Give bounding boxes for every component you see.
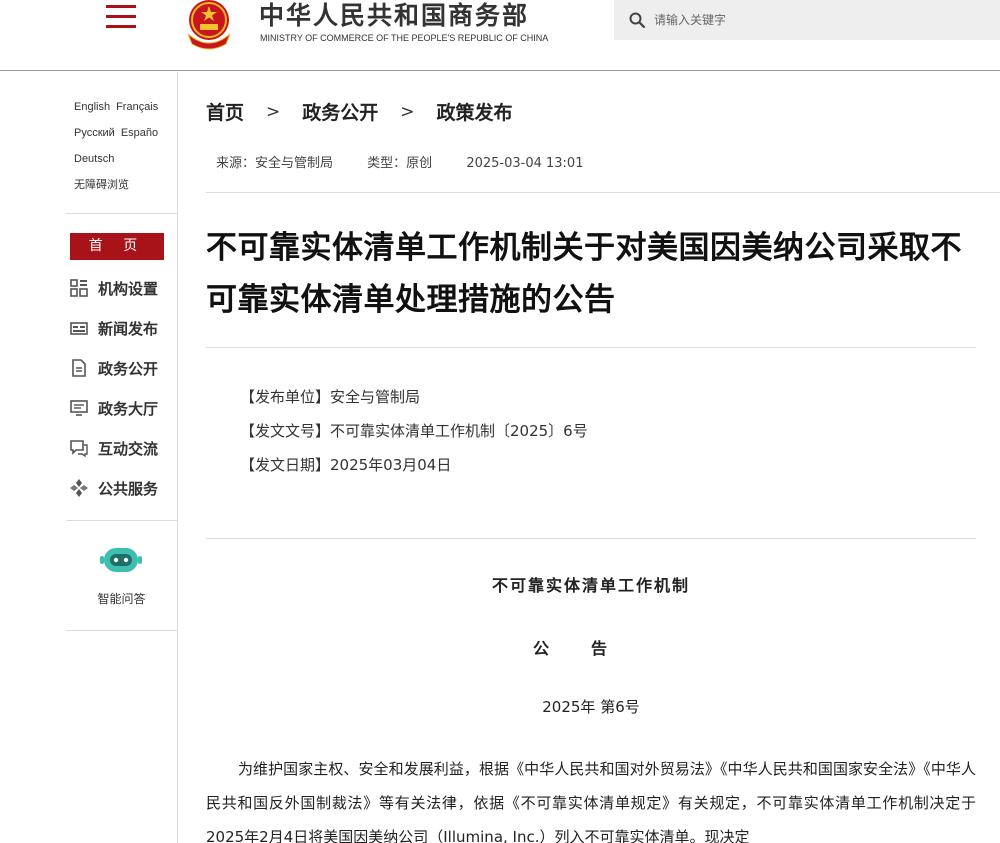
article-body: 为维护国家主权、安全和发展利益，根据《中华人民共和国对外贸易法》《中华人民共和国… — [206, 760, 976, 843]
nav-item-organization[interactable]: 机构设置 — [66, 268, 177, 308]
lang-spanish[interactable]: Españo — [121, 127, 158, 139]
accessibility-link[interactable]: 无障碍浏览 — [74, 179, 129, 191]
document-kind: 公告 — [206, 635, 976, 659]
document-icon — [72, 359, 86, 377]
divider — [66, 630, 177, 631]
nav-item-interaction[interactable]: 互动交流 — [66, 428, 177, 468]
document-organization: 不可靠实体清单工作机制 — [491, 576, 690, 595]
lang-english[interactable]: English — [74, 101, 110, 113]
divider — [206, 192, 1000, 193]
assistant-label[interactable]: 智能问答 — [66, 590, 177, 607]
nav-item-news[interactable]: 新闻发布 — [66, 308, 177, 348]
chevron-right-icon: > — [266, 101, 281, 122]
divider — [66, 520, 177, 521]
meta-type: 类型：原创 — [367, 156, 433, 171]
article-info: 【发布单位】安全与管制局 【发文文号】不可靠实体清单工作机制〔2025〕6号 【… — [240, 380, 588, 482]
service-icon — [70, 479, 88, 497]
lang-russian[interactable]: Русский — [74, 127, 115, 139]
breadcrumb-policy-release[interactable]: 政策发布 — [437, 98, 513, 125]
site-subtitle: MINISTRY OF COMMERCE OF THE PEOPLE'S REP… — [260, 33, 549, 43]
document-number: 2025年 第6号 — [542, 698, 640, 716]
info-issue-date: 【发文日期】2025年03月04日 — [240, 456, 452, 474]
menu-icon[interactable] — [106, 5, 136, 29]
home-button[interactable]: 首 页 — [70, 233, 164, 260]
nav-label: 政务大厅 — [98, 399, 159, 418]
nav-label: 政务公开 — [98, 359, 159, 378]
article-title: 不可靠实体清单工作机制关于对美国因美纳公司采取不可靠实体清单处理措施的公告 — [206, 230, 962, 318]
search-input[interactable] — [654, 5, 984, 35]
breadcrumb-home[interactable]: 首页 — [206, 98, 244, 125]
meta-datetime: 2025-03-04 13:01 — [466, 156, 584, 171]
info-document-number: 【发文文号】不可靠实体清单工作机制〔2025〕6号 — [240, 422, 588, 440]
chat-icon — [70, 440, 88, 458]
search-icon[interactable] — [628, 11, 646, 29]
nav-item-service-hall[interactable]: 政务大厅 — [66, 388, 177, 428]
monitor-icon — [70, 400, 88, 416]
article-meta: 来源：安全与管制局 类型：原创 2025-03-04 13:01 — [216, 152, 613, 171]
document-kind-text: 公告 — [532, 639, 649, 658]
nav-list: 机构设置 新闻发布 政务公开 政务大厅 互动交流 公共服务 — [66, 268, 177, 508]
nav-label: 新闻发布 — [98, 319, 159, 338]
info-publisher: 【发布单位】安全与管制局 — [240, 388, 421, 406]
nav-item-public-service[interactable]: 公共服务 — [66, 468, 177, 508]
lang-french[interactable]: Français — [116, 101, 158, 113]
meta-source: 来源：安全与管制局 — [216, 156, 334, 171]
divider — [66, 213, 177, 214]
breadcrumb-government-affairs[interactable]: 政务公开 — [302, 98, 378, 125]
nav-label: 互动交流 — [98, 439, 159, 458]
nav-label: 机构设置 — [98, 279, 159, 298]
robot-assistant-icon[interactable] — [100, 544, 142, 578]
nav-label: 公共服务 — [98, 479, 159, 498]
grid-icon — [70, 279, 88, 297]
left-sidebar: English Français Русский Españo Deutsch 无障… — [66, 72, 178, 843]
site-title[interactable]: 中华人民共和国商务部 — [259, 0, 529, 32]
divider — [206, 538, 976, 539]
chevron-right-icon: > — [400, 101, 415, 122]
lang-german[interactable]: Deutsch — [74, 153, 114, 165]
divider — [206, 347, 976, 348]
site-header: 中华人民共和国商务部 MINISTRY OF COMMERCE OF THE P… — [0, 0, 1000, 71]
newspaper-icon — [70, 322, 88, 335]
breadcrumb: 首页 > 政务公开 > 政策发布 — [206, 98, 513, 125]
nav-item-government-affairs[interactable]: 政务公开 — [66, 348, 177, 388]
language-links: English Français Русский Españo Deutsch 无障… — [74, 94, 178, 198]
national-emblem-icon[interactable] — [180, 0, 238, 50]
search-box — [614, 0, 1000, 40]
